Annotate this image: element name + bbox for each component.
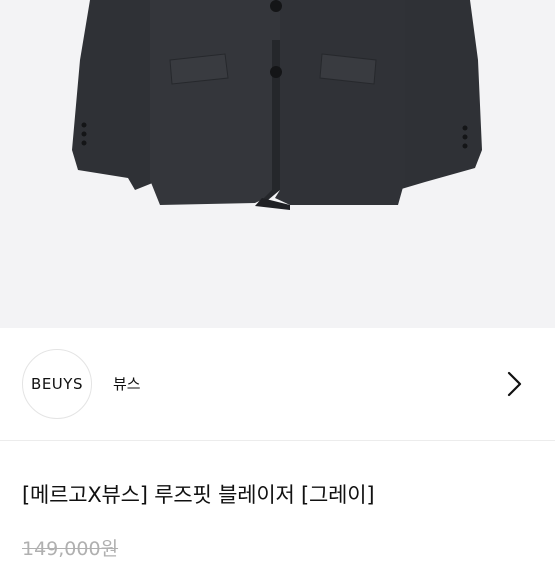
chevron-right-icon[interactable] bbox=[500, 367, 530, 401]
original-price: 149,000원 bbox=[22, 538, 119, 560]
brand-name[interactable]: 뷰스 bbox=[113, 373, 141, 394]
product-title: [메르고X뷰스] 루즈핏 블레이저 [그레이] bbox=[22, 483, 375, 507]
brand-logo-text: BEUYS bbox=[31, 375, 83, 393]
blazer-image bbox=[72, 0, 482, 210]
brand-logo[interactable]: BEUYS bbox=[22, 349, 92, 419]
product-image[interactable] bbox=[0, 0, 555, 328]
